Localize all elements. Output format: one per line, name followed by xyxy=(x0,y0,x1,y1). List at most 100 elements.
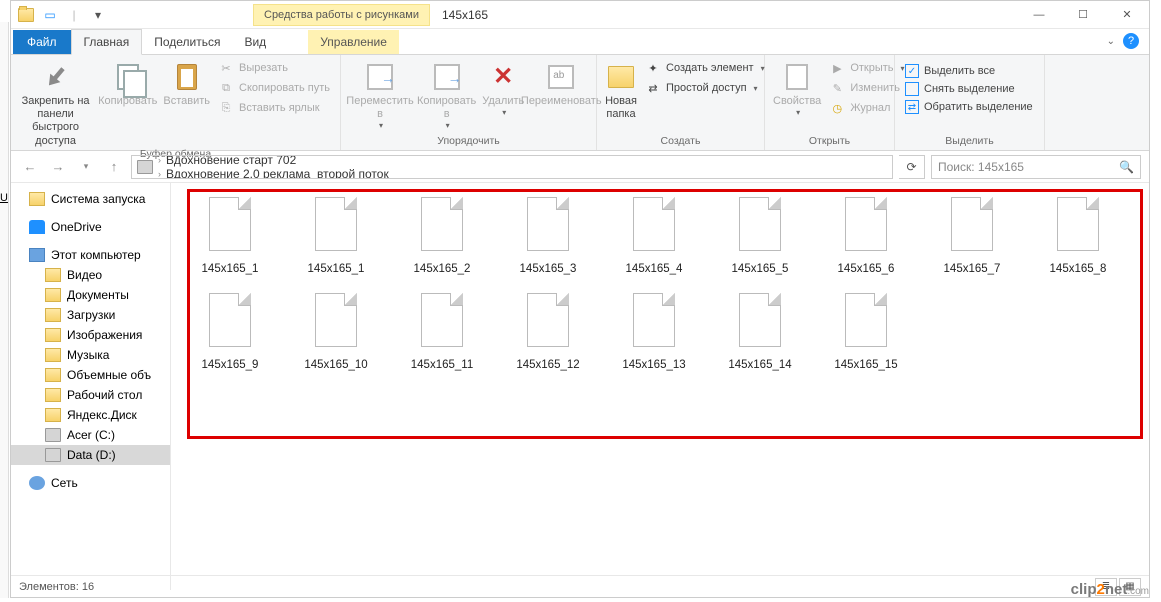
file-item[interactable]: 145x165_10 xyxy=(285,287,387,377)
file-item[interactable]: 145x165_2 xyxy=(391,191,493,281)
up-button[interactable]: ↑ xyxy=(103,156,125,178)
copy-to-button[interactable]: Копировать в▾ xyxy=(417,57,476,135)
file-icon xyxy=(951,197,993,251)
select-none-button[interactable]: Снять выделение xyxy=(903,81,1035,97)
tree-label: Рабочий стол xyxy=(67,388,142,402)
watermark: clip2net.com xyxy=(1071,581,1149,598)
file-name: 145x165_1 xyxy=(202,263,259,275)
refresh-button[interactable]: ⟳ xyxy=(899,155,925,179)
tab-share[interactable]: Поделиться xyxy=(142,30,232,54)
tree-node[interactable]: Видео xyxy=(11,265,170,285)
properties-button[interactable]: Свойства▾ xyxy=(773,57,821,135)
file-item[interactable]: 145x165_4 xyxy=(603,191,705,281)
paste-shortcut-button[interactable]: ⎘Вставить ярлык xyxy=(216,99,332,117)
tree-node[interactable]: Объемные объ xyxy=(11,365,170,385)
tab-home[interactable]: Главная xyxy=(71,29,143,55)
maximize-button[interactable]: ☐ xyxy=(1061,1,1105,29)
tree-node[interactable]: OneDrive xyxy=(11,217,170,237)
folder-icon xyxy=(45,408,61,422)
file-item[interactable]: 145x165_5 xyxy=(709,191,811,281)
folder-icon xyxy=(29,192,45,206)
collapse-ribbon-icon[interactable]: ⌄ xyxy=(1107,36,1115,47)
file-item[interactable]: 145x165_13 xyxy=(603,287,705,377)
tree-node[interactable]: Data (D:) xyxy=(11,445,170,465)
file-item[interactable]: 145x165_9 xyxy=(179,287,281,377)
file-icon xyxy=(845,197,887,251)
file-icon xyxy=(527,197,569,251)
file-icon xyxy=(209,197,251,251)
breadcrumb-segment[interactable]: ›Вдохновение старт 702 xyxy=(156,155,389,167)
group-organize: Упорядочить xyxy=(349,135,588,150)
select-all-button[interactable]: ✓Выделить все xyxy=(903,63,1035,79)
onedrive-icon xyxy=(29,220,45,234)
file-item[interactable]: 145x165_12 xyxy=(497,287,599,377)
tree-node[interactable]: Изображения xyxy=(11,325,170,345)
file-item[interactable]: 145x165_8 xyxy=(1027,191,1129,281)
qat-props-icon[interactable]: ▭ xyxy=(41,6,59,24)
file-item[interactable]: 145x165_15 xyxy=(815,287,917,377)
file-item[interactable]: 145x165_6 xyxy=(815,191,917,281)
recent-locations-button[interactable]: ▾ xyxy=(75,156,97,178)
tree-label: Яндекс.Диск xyxy=(67,408,137,422)
cut-button[interactable]: ✂Вырезать xyxy=(216,59,332,77)
net-icon xyxy=(29,476,45,490)
file-item[interactable]: 145x165_7 xyxy=(921,191,1023,281)
file-icon xyxy=(527,293,569,347)
new-item-button[interactable]: ✦Создать элемент▾ xyxy=(643,59,767,77)
file-item[interactable]: 145x165_1 xyxy=(285,191,387,281)
file-name: 145x165_12 xyxy=(516,359,579,371)
tree-node[interactable]: Acer (C:) xyxy=(11,425,170,445)
tree-node[interactable]: Загрузки xyxy=(11,305,170,325)
file-item[interactable]: 145x165_3 xyxy=(497,191,599,281)
search-box[interactable]: 🔍 xyxy=(931,155,1141,179)
tree-node[interactable]: Этот компьютер xyxy=(11,245,170,265)
tree-node[interactable]: Музыка xyxy=(11,345,170,365)
move-to-button[interactable]: Переместить в▾ xyxy=(349,57,411,135)
delete-button[interactable]: ✕ Удалить▾ xyxy=(482,57,524,135)
tree-node[interactable]: Документы xyxy=(11,285,170,305)
paste-button[interactable]: Вставить xyxy=(163,57,210,148)
pin-quick-access-button[interactable]: Закрепить на панели быстрого доступа xyxy=(19,57,92,148)
new-item-icon: ✦ xyxy=(645,60,661,76)
easy-access-button[interactable]: ⇄Простой доступ▾ xyxy=(643,79,767,97)
tree-node[interactable]: Рабочий стол xyxy=(11,385,170,405)
tree-label: Видео xyxy=(67,268,102,282)
navigation-tree[interactable]: Система запуска OneDrive Этот компьютер Вид… xyxy=(11,183,171,590)
rename-button[interactable]: Переименовать xyxy=(530,57,592,135)
qat-dropdown-icon[interactable]: ▾ xyxy=(89,6,107,24)
breadcrumb-segment[interactable]: ›Вдохновение 2.0 реклама_второй поток xyxy=(156,167,389,179)
copy-path-button[interactable]: ⧉Скопировать путь xyxy=(216,79,332,97)
forward-button[interactable]: → xyxy=(47,156,69,178)
close-button[interactable]: ✕ xyxy=(1105,1,1149,29)
tab-manage[interactable]: Управление xyxy=(308,30,399,54)
tree-label: Acer (C:) xyxy=(67,428,115,442)
address-bar[interactable]: ›Data (D:)›Таргет›Вдохновение старт 702›… xyxy=(131,155,893,179)
file-icon xyxy=(739,197,781,251)
file-item[interactable]: 145x165_11 xyxy=(391,287,493,377)
tree-node[interactable]: Сеть xyxy=(11,473,170,493)
file-name: 145x165_3 xyxy=(520,263,577,275)
minimize-button[interactable]: — xyxy=(1017,1,1061,29)
titlebar: ▭ | ▾ Средства работы с рисунками 145x16… xyxy=(11,1,1149,29)
tree-node[interactable]: Система запуска xyxy=(11,189,170,209)
search-input[interactable] xyxy=(938,160,1119,174)
tab-view[interactable]: Вид xyxy=(232,30,278,54)
select-all-icon: ✓ xyxy=(905,64,919,78)
help-button[interactable]: ? xyxy=(1123,33,1139,49)
new-folder-button[interactable]: Новая папка xyxy=(605,57,637,135)
file-name: 145x165_7 xyxy=(944,263,1001,275)
tree-label: Изображения xyxy=(67,328,142,342)
move-icon xyxy=(367,64,393,90)
back-button[interactable]: ← xyxy=(19,156,41,178)
tree-node[interactable]: Яндекс.Диск xyxy=(11,405,170,425)
pc-icon xyxy=(29,248,45,262)
invert-selection-button[interactable]: ⇄Обратить выделение xyxy=(903,99,1035,115)
group-new: Создать xyxy=(605,135,756,150)
file-list[interactable]: 145x165_1145x165_1145x165_2145x165_3145x… xyxy=(171,183,1149,590)
file-icon xyxy=(209,293,251,347)
copy-button[interactable]: Копировать xyxy=(98,57,157,148)
stub-u: U xyxy=(0,192,8,204)
file-item[interactable]: 145x165_1 xyxy=(179,191,281,281)
tab-file[interactable]: Файл xyxy=(13,30,71,54)
file-item[interactable]: 145x165_14 xyxy=(709,287,811,377)
